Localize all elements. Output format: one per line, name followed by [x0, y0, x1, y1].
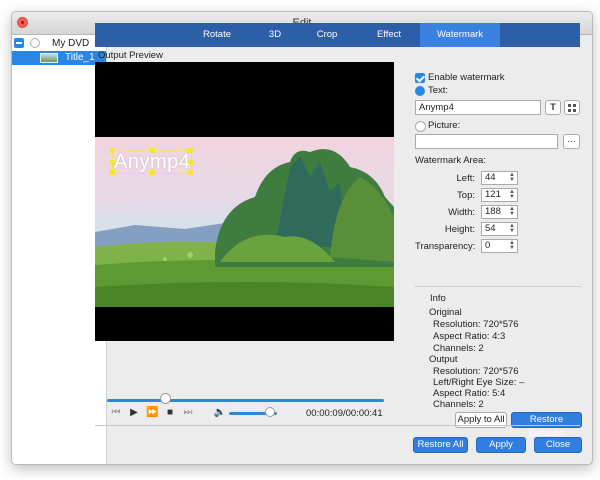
text-color-button[interactable] [564, 100, 580, 115]
spin-arrows-icon[interactable]: ▲ ▼ [509, 172, 515, 183]
enable-watermark-checkbox[interactable] [415, 73, 425, 83]
enable-watermark-label: Enable watermark [428, 72, 505, 83]
info-output-line: Channels: 2 [433, 399, 484, 410]
picture-radio-label: Picture: [428, 120, 461, 131]
apply-button[interactable]: Apply [476, 437, 526, 453]
play-icon[interactable]: ▶ [128, 404, 140, 422]
width-field-label: Width: [448, 207, 475, 218]
info-output-title: Output [429, 354, 458, 365]
tree-item-my-dvd[interactable]: My DVD [12, 37, 106, 51]
left-value: 44 [485, 172, 496, 183]
transparency-field-label: Transparency: [415, 241, 476, 252]
transparency-value: 0 [485, 240, 491, 251]
text-radio[interactable] [415, 86, 425, 96]
font-style-button[interactable]: T [545, 100, 561, 115]
width-spinbox[interactable]: 188 ▲ ▼ [481, 205, 518, 219]
watermark-overlay-text: Anymp4 [114, 151, 191, 173]
tree-root-label: My DVD [52, 38, 90, 49]
tab-3d[interactable]: 3D [255, 23, 295, 47]
window-close-button[interactable] [17, 17, 28, 28]
top-field-label: Top: [457, 190, 475, 201]
spin-arrows-icon[interactable]: ▲ ▼ [509, 240, 515, 251]
title-sidebar: My DVD Title_1 [12, 35, 107, 464]
info-output-line: Aspect Ratio: 5:4 [433, 388, 506, 399]
top-value: 121 [485, 189, 501, 200]
spin-arrows-icon[interactable]: ▲ ▼ [509, 189, 515, 200]
skip-forward-icon[interactable]: ⏭ [182, 404, 194, 422]
watermark-area-title: Watermark Area: [415, 155, 486, 166]
height-field-label: Height: [444, 224, 475, 235]
output-preview-label: Output Preview [98, 50, 163, 61]
spin-arrows-icon[interactable]: ▲ ▼ [509, 223, 515, 234]
width-value: 188 [485, 206, 501, 217]
info-output-line: Resolution: 720*576 [433, 366, 519, 377]
video-preview: Anymp4 [95, 62, 394, 341]
left-field-label: Left: [456, 173, 476, 184]
left-spinbox[interactable]: 44 ▲ ▼ [481, 171, 518, 185]
info-original-line: Resolution: 720*576 [433, 319, 519, 330]
picture-path-input[interactable] [415, 134, 558, 149]
stop-icon[interactable]: ■ [164, 404, 176, 422]
tab-crop[interactable]: Crop [305, 23, 349, 47]
playback-timecode: 00:00:09/00:00:41 [306, 408, 383, 419]
tree-item-title-1[interactable]: Title_1 [12, 51, 106, 65]
tab-effect[interactable]: Effect [363, 23, 415, 47]
playback-progress-bar[interactable] [107, 399, 384, 402]
volume-slider-knob[interactable] [264, 407, 275, 417]
height-value: 54 [485, 223, 496, 234]
restore-all-button[interactable]: Restore All [413, 437, 468, 453]
edit-tabs: Rotate 3D Crop Effect Watermark [95, 23, 580, 47]
palette-icon [568, 104, 576, 112]
skip-back-icon[interactable]: ⏮ [110, 404, 122, 422]
disc-icon [30, 38, 40, 48]
top-spinbox[interactable]: 121 ▲ ▼ [481, 188, 518, 202]
info-output-line: Left/Right Eye Size: – [433, 377, 525, 388]
volume-icon[interactable]: 🔈 [213, 404, 227, 422]
browse-picture-button[interactable]: ··· [563, 134, 580, 149]
info-divider [415, 286, 581, 287]
picture-radio[interactable] [415, 121, 426, 132]
text-radio-label: Text: [428, 85, 449, 96]
info-original-line: Aspect Ratio: 4:3 [433, 331, 506, 342]
video-thumbnail-icon [40, 53, 58, 63]
info-title: Info [428, 293, 448, 304]
tab-rotate[interactable]: Rotate [191, 23, 243, 47]
close-button[interactable]: Close [534, 437, 582, 453]
watermark-text-input[interactable]: Anymp4 [415, 100, 541, 115]
spin-arrows-icon[interactable]: ▲ ▼ [509, 206, 515, 217]
preview-frame: Anymp4 [95, 137, 394, 307]
info-original-line: Channels: 2 [433, 343, 484, 354]
fast-forward-icon[interactable]: ⏩ [146, 404, 158, 422]
footer-divider [95, 425, 580, 426]
height-spinbox[interactable]: 54 ▲ ▼ [481, 222, 518, 236]
select-checkbox[interactable] [14, 38, 24, 48]
transparency-spinbox[interactable]: 0 ▲ ▼ [481, 239, 518, 253]
tree-child-label: Title_1 [65, 52, 95, 63]
info-original-title: Original [429, 307, 462, 318]
tab-watermark[interactable]: Watermark [420, 23, 500, 47]
